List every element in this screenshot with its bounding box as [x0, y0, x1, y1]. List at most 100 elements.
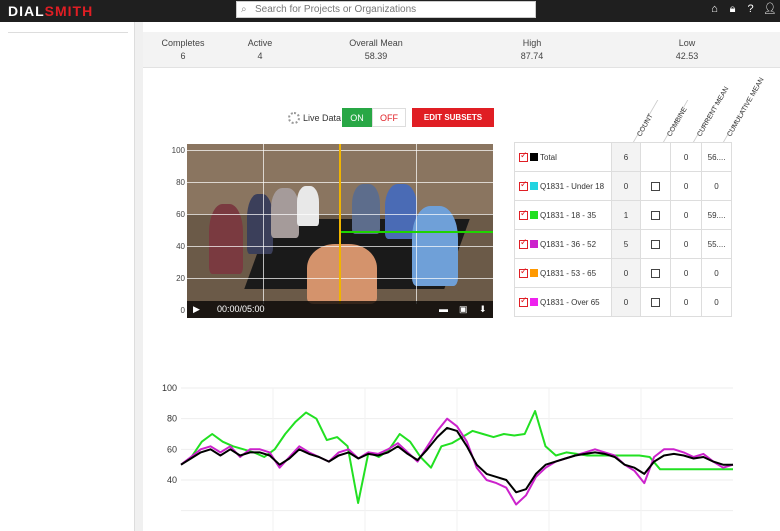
subset-current-mean: 0 [670, 258, 703, 288]
help-icon[interactable]: ? [745, 3, 756, 15]
video-axis-tick: 20 [176, 274, 185, 283]
subsets-header: COUNT COMBINE CURRENT MEAN CUMULATIVE ME… [611, 77, 778, 142]
video-person [247, 194, 273, 254]
subset-name-cell: Q1831 - 18 - 35 [514, 200, 612, 230]
subset-combine-cell [640, 258, 672, 288]
main-content: Completes 6 Active 4 Overall Mean 58.39 Hig… [143, 22, 780, 531]
subset-visible-checkbox[interactable] [519, 150, 528, 162]
subset-name: Total [540, 152, 557, 162]
subset-cumulative-mean: 0 [701, 258, 732, 288]
left-panel [0, 22, 135, 531]
stats-bar: Completes 6 Active 4 Overall Mean 58.39 Hig… [143, 32, 780, 68]
user-icon[interactable]: 👤︎ [763, 3, 777, 15]
subset-color-swatch [530, 211, 538, 220]
image-icon[interactable]: ▣ [459, 304, 468, 315]
subset-color-swatch [530, 269, 538, 278]
subset-count: 0 [610, 171, 642, 201]
subset-combine-cell [640, 229, 672, 259]
play-icon[interactable]: ▶ [193, 304, 200, 315]
subset-current-mean: 0 [670, 171, 703, 201]
live-mean-line [341, 231, 493, 233]
subset-count: 5 [610, 229, 642, 259]
y-tick-label: 60 [167, 444, 177, 454]
subset-row: Q1831 - Under 18000 [514, 171, 732, 201]
combine-checkbox[interactable] [651, 297, 661, 307]
subset-cumulative-mean: 56.... [701, 142, 732, 172]
subset-row: Q1831 - 18 - 35 1059.... [514, 200, 732, 230]
subset-row: Q1831 - 36 - 52 5055.... [514, 229, 732, 259]
dialsmith-logo[interactable]: DIALSMITH [8, 4, 93, 18]
divider [8, 32, 128, 33]
subset-count: 0 [610, 287, 642, 317]
subset-name: Q1831 - 18 - 35 [540, 210, 597, 220]
subset-name-cell: Q1831 - 36 - 52 [514, 229, 612, 259]
subset-visible-checkbox[interactable] [519, 237, 528, 249]
lock-icon[interactable]: 🔒︎ [727, 3, 738, 15]
y-tick-label: 40 [167, 475, 177, 485]
video-person [297, 186, 319, 226]
video-player[interactable]: ▶ 00:00/05:00 ▬ ▣ ⬇ [187, 144, 493, 318]
search-input[interactable] [255, 2, 533, 17]
subset-cumulative-mean: 0 [701, 287, 732, 317]
video-person [271, 188, 299, 238]
live-data-label: Live Data [303, 113, 342, 123]
video-axis-tick: 60 [176, 210, 185, 219]
live-off-button[interactable]: OFF [372, 108, 406, 127]
subset-current-mean: 0 [670, 229, 703, 259]
subset-combine-cell [640, 287, 672, 317]
subset-cumulative-mean: 55.... [701, 229, 732, 259]
subset-combine-cell [640, 171, 672, 201]
combine-checkbox[interactable] [651, 210, 661, 220]
subset-combine-cell [640, 142, 672, 172]
download-icon[interactable]: ⬇ [479, 304, 487, 315]
video-axis-tick: 40 [176, 242, 185, 251]
grid-line [263, 144, 264, 304]
playhead-line [339, 144, 341, 304]
subset-name: Q1831 - 36 - 52 [540, 239, 597, 249]
subset-visible-checkbox[interactable] [519, 295, 528, 307]
video-axis-tick: 0 [180, 306, 185, 315]
grid-line [416, 144, 417, 304]
response-line-chart: 100 80 60 40 [162, 383, 734, 531]
video-axis: 100 80 60 40 20 0 [163, 146, 187, 315]
subset-count: 1 [610, 200, 642, 230]
subset-visible-checkbox[interactable] [519, 266, 528, 278]
stat-low: Low 42.53 [675, 38, 699, 61]
y-tick-label: 80 [167, 414, 177, 424]
video-time: 00:00/05:00 [217, 304, 265, 314]
subset-cumulative-mean: 59.... [701, 200, 732, 230]
home-icon[interactable]: ⌂ [709, 3, 720, 15]
subset-count: 0 [610, 258, 642, 288]
subset-name-cell: Total [514, 142, 612, 172]
subset-name-cell: Q1831 - 53 - 65 [514, 258, 612, 288]
subset-name: Q1831 - Over 65 [540, 297, 600, 307]
subset-row: Q1831 - 53 - 65000 [514, 258, 732, 288]
stat-overall-mean: Overall Mean 58.39 [349, 38, 403, 61]
subset-current-mean: 0 [670, 200, 703, 230]
video-axis-tick: 100 [171, 146, 185, 155]
edit-subsets-button[interactable]: EDIT SUBSETS [412, 108, 494, 127]
combine-checkbox[interactable] [651, 268, 661, 278]
video-control-bar: ▶ 00:00/05:00 ▬ ▣ ⬇ [187, 301, 493, 318]
subset-color-swatch [530, 240, 538, 249]
y-tick-label: 100 [162, 383, 177, 393]
subset-color-swatch [530, 298, 538, 307]
subset-row: Q1831 - Over 65000 [514, 287, 732, 317]
subsets-table: Total6056....Q1831 - Under 18000Q1831 - … [514, 142, 732, 317]
live-on-button[interactable]: ON [342, 108, 372, 127]
video-person [352, 184, 380, 234]
search-box: ⌕ [236, 1, 536, 18]
video-axis-tick: 80 [176, 178, 185, 187]
search-icon: ⌕ [241, 4, 247, 15]
subset-name: Q1831 - 53 - 65 [540, 268, 597, 278]
subset-count: 6 [610, 142, 642, 172]
subset-visible-checkbox[interactable] [519, 179, 528, 191]
caption-icon[interactable]: ▬ [439, 304, 448, 314]
combine-checkbox[interactable] [651, 181, 661, 191]
subset-visible-checkbox[interactable] [519, 208, 528, 220]
subset-name: Q1831 - Under 18 [540, 181, 605, 191]
subset-cumulative-mean: 0 [701, 171, 732, 201]
subset-color-swatch [530, 182, 538, 191]
combine-checkbox[interactable] [651, 239, 661, 249]
top-icons: ⌂ 🔒︎ ? 👤︎ [709, 3, 777, 15]
